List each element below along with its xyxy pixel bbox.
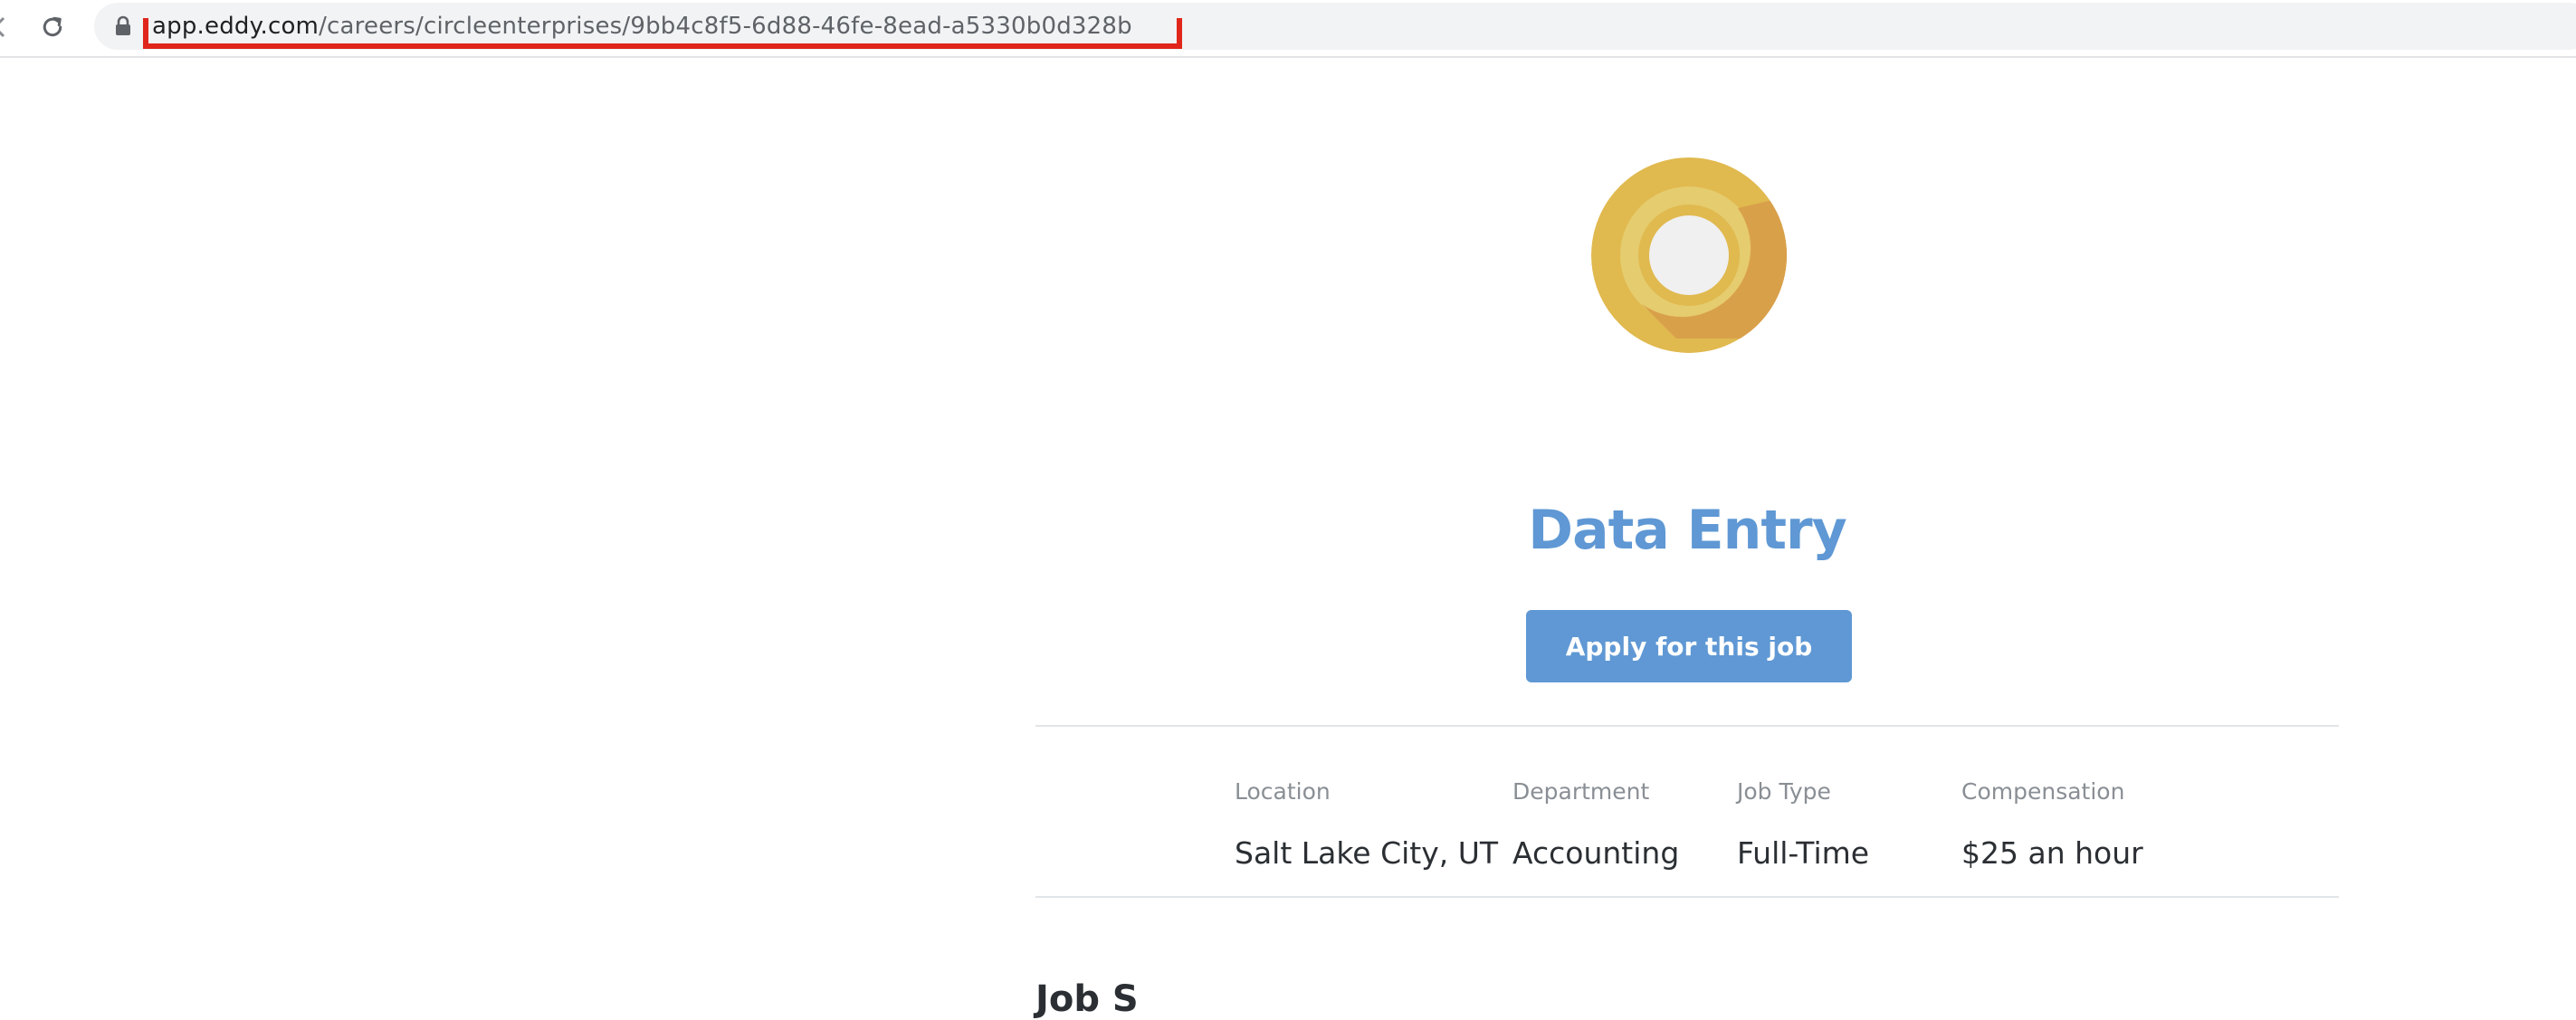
lock-icon[interactable]: [114, 15, 132, 37]
job-type-label: Job Type: [1737, 778, 1831, 805]
department-detail: Department Accounting: [1512, 777, 1679, 872]
reload-icon: [43, 16, 62, 37]
url-highlight-annotation: [143, 18, 1182, 49]
job-type-detail: Job Type Full-Time: [1737, 777, 1869, 872]
divider: [1035, 725, 2339, 727]
apply-button[interactable]: Apply for this job: [1526, 610, 1852, 682]
compensation-detail: Compensation $25 an hour: [1961, 777, 2143, 872]
department-value: Accounting: [1512, 835, 1680, 871]
location-label: Location: [1235, 778, 1331, 805]
company-logo: [1591, 157, 1787, 353]
reload-button[interactable]: [34, 9, 71, 45]
department-label: Department: [1512, 778, 1650, 805]
location-detail: Location Salt Lake City, UT: [1235, 777, 1498, 872]
browser-toolbar: app.eddy.com/careers/circleenterprises/9…: [0, 0, 2576, 58]
divider: [1035, 896, 2339, 898]
job-type-value: Full-Time: [1737, 835, 1870, 871]
location-value: Salt Lake City, UT: [1235, 835, 1499, 871]
back-arrow-icon[interactable]: [0, 16, 13, 38]
job-title: Data Entry: [1528, 499, 1846, 562]
compensation-label: Compensation: [1961, 778, 2125, 805]
compensation-value: $25 an hour: [1961, 835, 2143, 871]
section-heading: Job S: [1035, 978, 1139, 1020]
